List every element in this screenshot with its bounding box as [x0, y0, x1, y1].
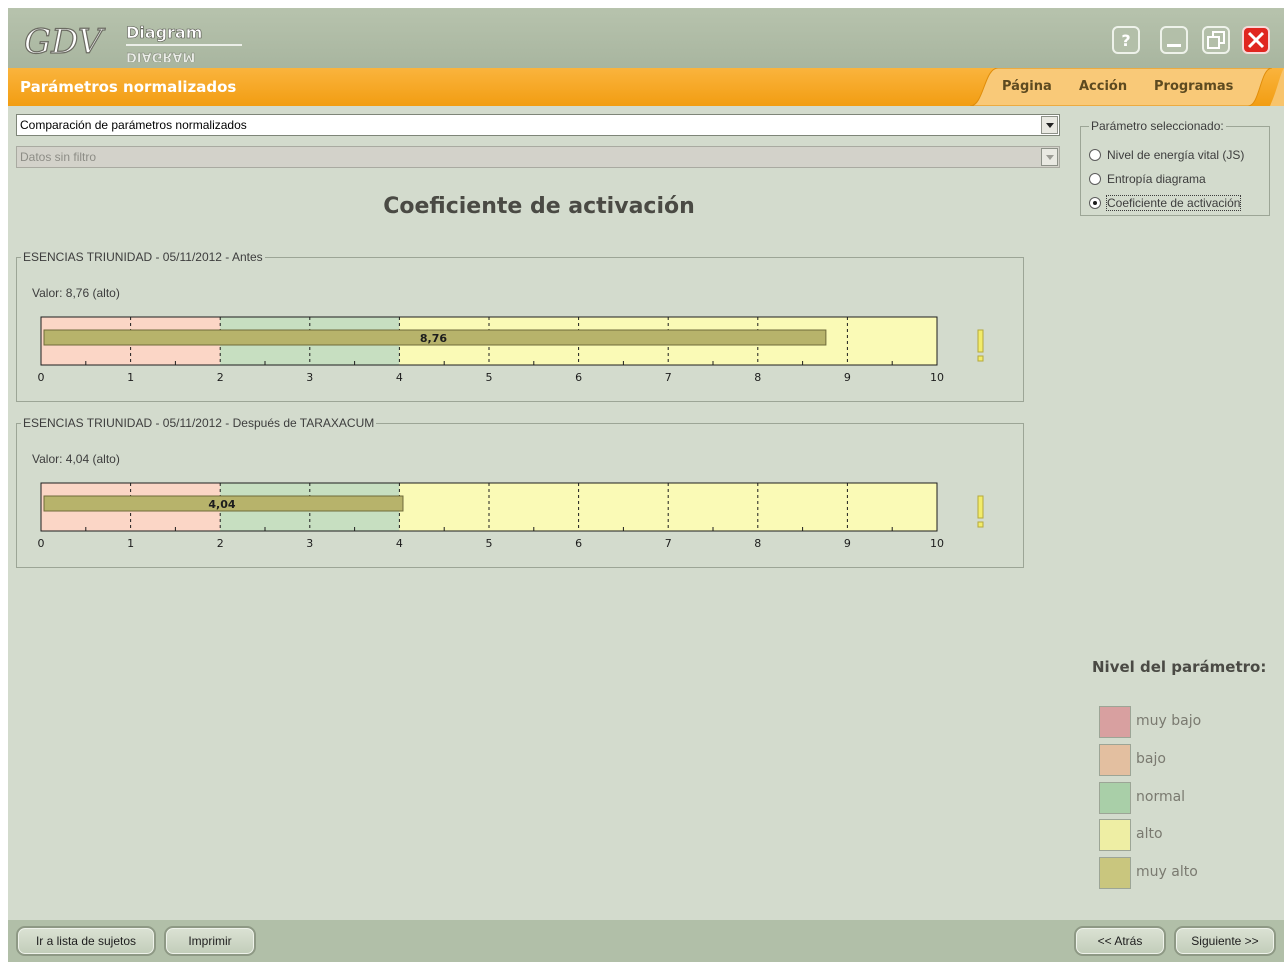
parameter-group-legend: Parámetro seleccionado:: [1089, 119, 1226, 133]
comparison-select-value: Comparación de parámetros normalizados: [20, 118, 247, 132]
gauge-tick-label: 7: [665, 537, 672, 550]
level-legend-title: Nivel del parámetro:: [1092, 658, 1267, 676]
measurement-group-after: ESENCIAS TRIUNIDAD - 05/11/2012 - Despué…: [16, 416, 1024, 568]
radio-option-entropia[interactable]: Entropía diagrama: [1089, 170, 1206, 188]
warning-icon: [977, 329, 984, 353]
warning-icon-dot: [977, 521, 984, 528]
filter-select[interactable]: Datos sin filtro: [16, 146, 1060, 168]
chevron-down-icon: [1046, 155, 1054, 160]
restore-icon: [1207, 31, 1225, 49]
gauge-bar-label: 4,04: [208, 498, 235, 511]
filter-select-arrow[interactable]: [1041, 148, 1058, 166]
title-bar: GDV Diagram DIAGRAM ?: [8, 8, 1284, 68]
gauge-chart-before: 8,76 0 1 2 3 4 5 6 7 8 9 10: [38, 316, 984, 384]
gauge-tick-label: 1: [127, 371, 134, 384]
logo-brand-text: GDV: [24, 22, 106, 62]
minimize-icon: [1167, 44, 1181, 47]
print-button[interactable]: Imprimir: [164, 926, 256, 956]
restore-button[interactable]: [1202, 26, 1230, 54]
svg-text:?: ?: [1121, 31, 1130, 50]
gauge-tick-label: 3: [306, 537, 313, 550]
gauge-tick-label: 5: [486, 371, 493, 384]
warning-indicator: [977, 495, 984, 528]
help-button[interactable]: ?: [1112, 26, 1140, 54]
gauge-tick-label: 2: [217, 371, 224, 384]
level-swatch: [1099, 706, 1131, 738]
gauge-bar-label: 8,76: [420, 332, 447, 345]
bottom-bar: Ir a lista de sujetos Imprimir << Atrás …: [8, 920, 1284, 962]
logo-word-reflection: DIAGRAM: [126, 49, 195, 62]
radio-button[interactable]: [1089, 173, 1101, 185]
level-swatch: [1099, 857, 1131, 889]
level-label: alto: [1136, 826, 1163, 842]
level-label: muy alto: [1136, 864, 1198, 880]
logo-word-text: Diagram: [126, 23, 202, 42]
radio-label: Coeficiente de activación: [1105, 195, 1242, 211]
comparison-select-arrow[interactable]: [1041, 116, 1058, 134]
gauge-tick-label: 4: [396, 371, 403, 384]
gauge-tick-labels: 0 1 2 3 4 5 6 7 8 9 10: [38, 537, 945, 550]
level-label: muy bajo: [1136, 713, 1202, 729]
gauge-tick-label: 9: [844, 371, 851, 384]
gauge-tick-label: 3: [306, 371, 313, 384]
gauge-tick-label: 5: [486, 537, 493, 550]
chevron-down-icon: [1046, 123, 1054, 128]
parameter-group: Parámetro seleccionado: Nivel de energía…: [1080, 119, 1270, 216]
radio-button-selected[interactable]: [1089, 197, 1101, 209]
radio-option-energia[interactable]: Nivel de energía vital (JS): [1089, 146, 1244, 164]
gauge-tick-label: 10: [930, 537, 944, 550]
level-swatch: [1099, 782, 1131, 814]
gauge-bar-group: 8,76: [43, 329, 827, 346]
gdv-diagram-logo: GDV Diagram DIAGRAM: [23, 21, 242, 62]
gauge-tick-label: 8: [754, 371, 761, 384]
gauge-tick-label: 10: [930, 371, 944, 384]
gauge-tick-labels: 0 1 2 3 4 5 6 7 8 9 10: [38, 371, 945, 384]
gauge-tick-label: 6: [575, 371, 582, 384]
gauge-tick-label: 2: [217, 537, 224, 550]
back-button[interactable]: << Atrás: [1074, 926, 1166, 956]
section-title: Parámetros normalizados: [20, 78, 237, 96]
level-swatch: [1099, 819, 1131, 851]
menu-item-pagina[interactable]: Página: [1002, 79, 1052, 94]
measurement-group-before: ESENCIAS TRIUNIDAD - 05/11/2012 - Antes …: [16, 250, 1024, 402]
app-window: GDV Diagram DIAGRAM ? Parámetros normali…: [8, 8, 1284, 962]
radio-label: Entropía diagrama: [1107, 172, 1206, 186]
gauge-tick-label: 1: [127, 537, 134, 550]
comparison-select[interactable]: Comparación de parámetros normalizados: [16, 114, 1060, 136]
radio-label: Nivel de energía vital (JS): [1107, 148, 1245, 162]
gauge-tick-label: 4: [396, 537, 403, 550]
help-icon: ?: [1121, 31, 1130, 50]
warning-icon: [977, 495, 984, 519]
gauge-bar-group: 4,04: [43, 495, 404, 512]
gauge-tick-label: 7: [665, 371, 672, 384]
level-label: bajo: [1136, 751, 1166, 767]
close-icon: [1247, 31, 1265, 49]
gauge-tick-label: 6: [575, 537, 582, 550]
gauge-tick-label: 9: [844, 537, 851, 550]
menu-item-programas[interactable]: Programas: [1154, 79, 1233, 94]
next-button[interactable]: Siguiente >>: [1174, 926, 1276, 956]
gauge-tick-label: 0: [38, 371, 45, 384]
subjects-list-button[interactable]: Ir a lista de sujetos: [16, 926, 156, 956]
menu-item-accion[interactable]: Acción: [1079, 79, 1127, 94]
filter-select-value: Datos sin filtro: [20, 150, 97, 164]
radio-option-coeficiente[interactable]: Coeficiente de activación: [1089, 194, 1242, 212]
gauge-tick-label: 8: [754, 537, 761, 550]
minimize-button[interactable]: [1160, 26, 1188, 54]
radio-button[interactable]: [1089, 149, 1101, 161]
level-swatch: [1099, 744, 1131, 776]
menu-bar: Parámetros normalizados Página Acción Pr…: [8, 68, 1284, 106]
warning-icon-dot: [977, 355, 984, 362]
gauge-chart-after: 4,04 0 1 2 3 4 5 6 7 8 9 10: [38, 482, 984, 550]
warning-indicator: [977, 329, 984, 362]
close-button[interactable]: [1242, 26, 1270, 54]
page-title: Coeficiente de activación: [383, 194, 695, 219]
gauge-tick-label: 0: [38, 537, 45, 550]
level-label: normal: [1136, 789, 1186, 805]
